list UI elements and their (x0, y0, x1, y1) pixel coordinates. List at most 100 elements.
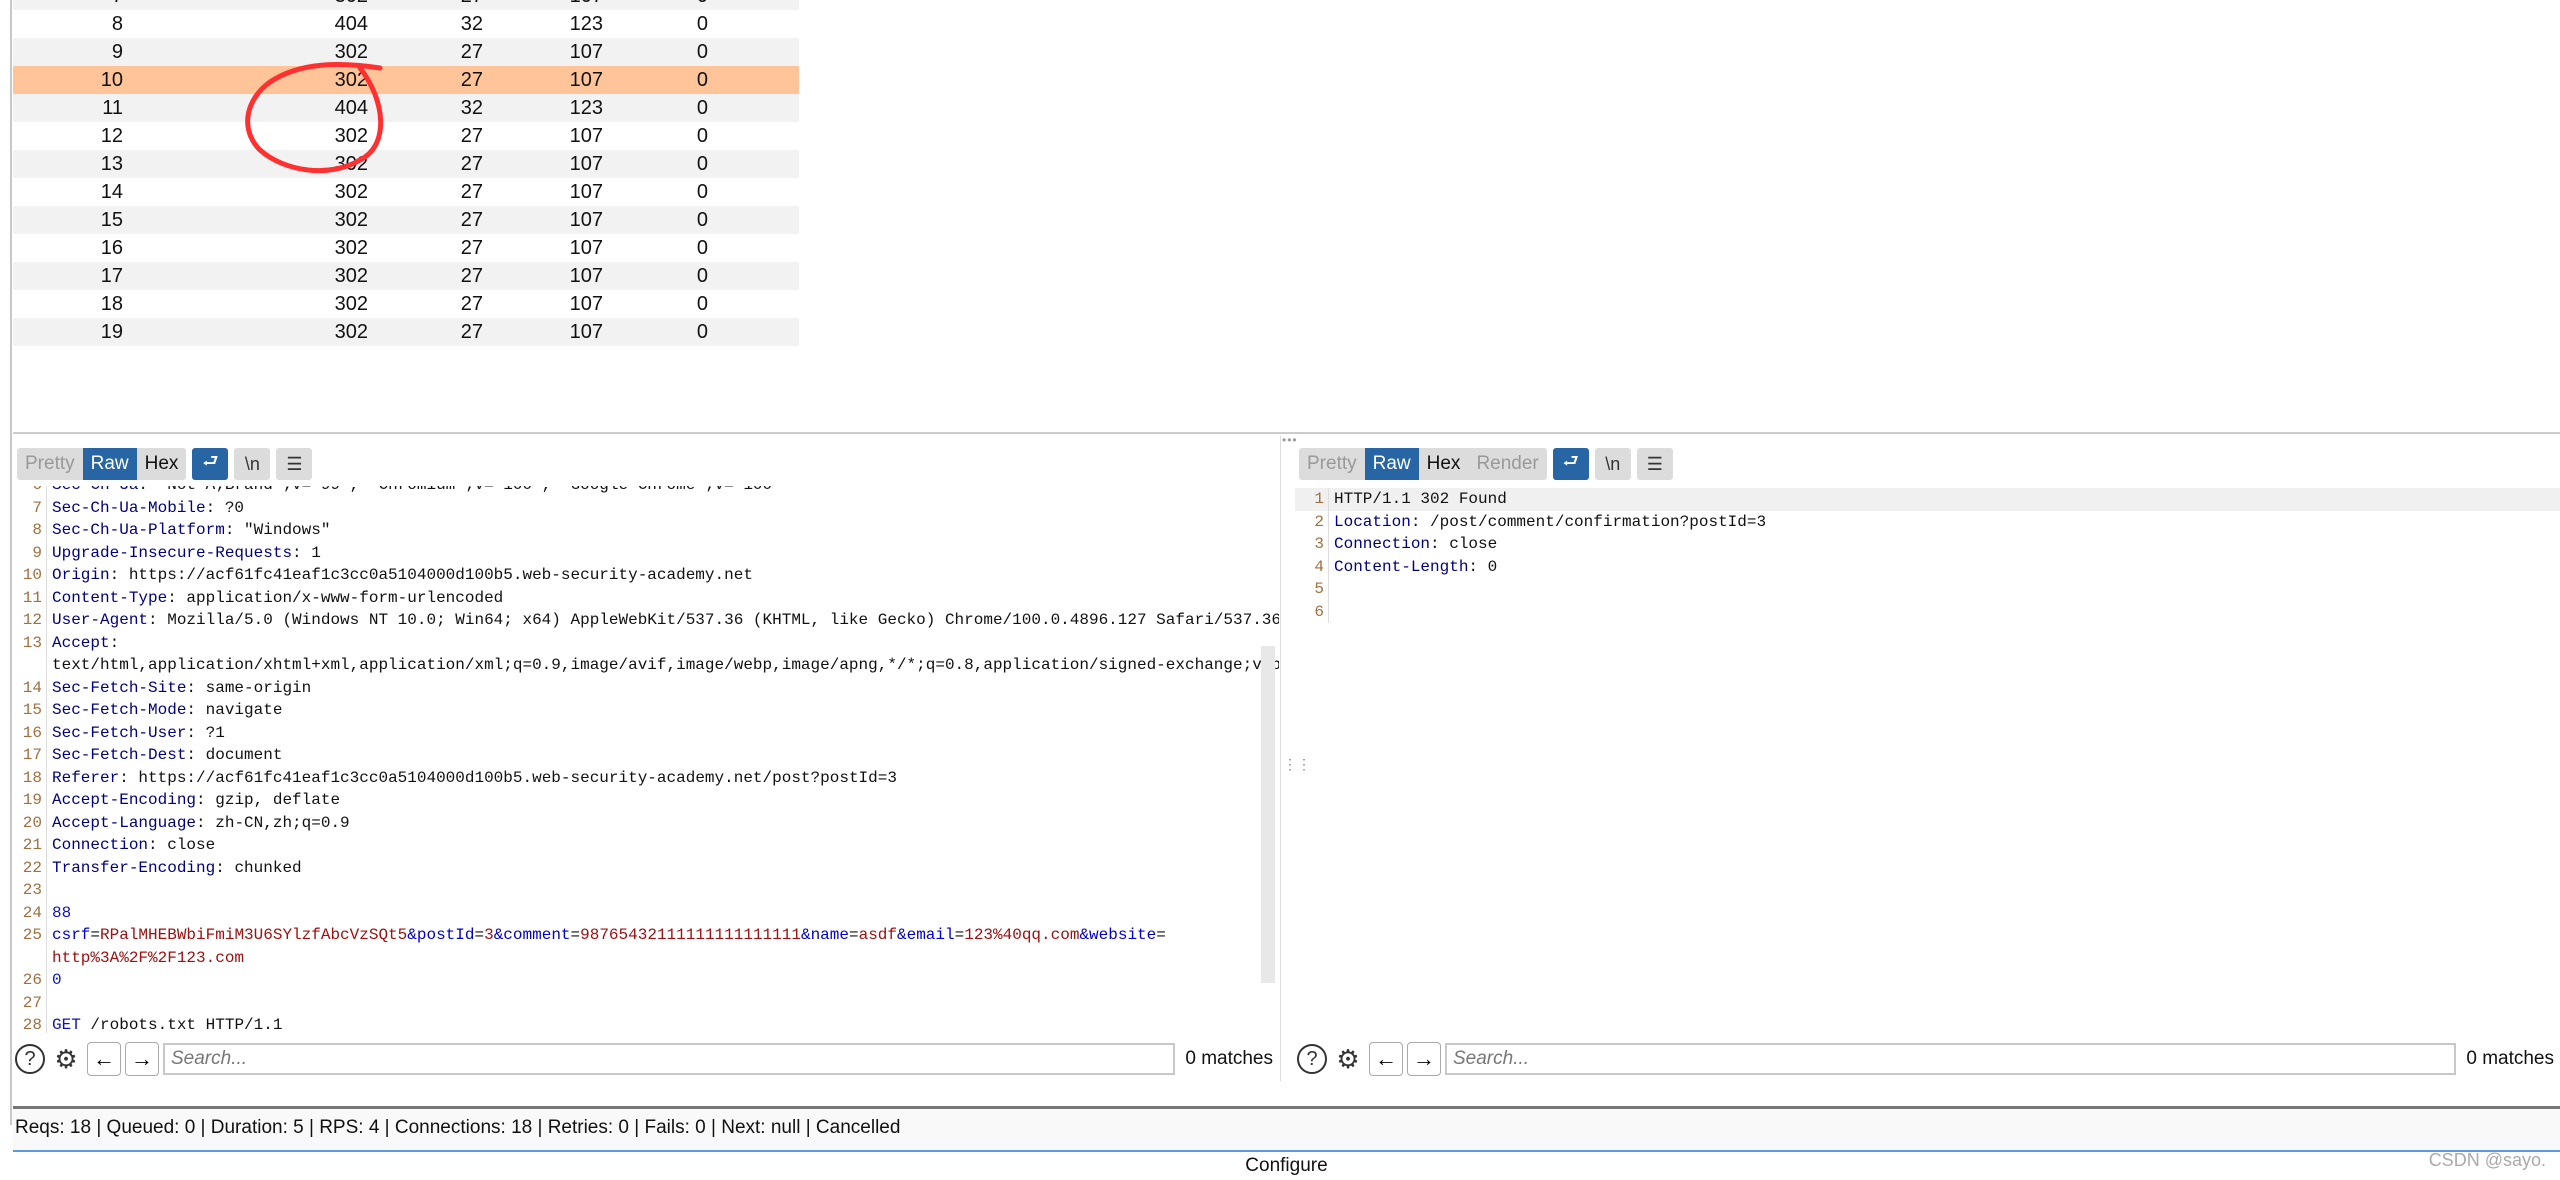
token: : ?1 (186, 723, 225, 742)
line-text (47, 879, 52, 902)
arrow-right-icon: → (131, 1046, 153, 1071)
table-row[interactable]: 8 404 32 123 0 (13, 10, 799, 38)
tab-pretty[interactable]: Pretty (1299, 448, 1365, 480)
line-number: 18 (13, 766, 47, 789)
previous-match-button[interactable]: ← (87, 1042, 121, 1076)
line-number: 28 (13, 1014, 47, 1033)
vertical-scrollbar[interactable] (1261, 646, 1275, 983)
menu-button[interactable]: ☰ (1636, 448, 1673, 480)
menu-button[interactable]: ☰ (276, 448, 313, 480)
gear-icon[interactable]: ⚙ (49, 1042, 83, 1076)
token: 98765432111111111111111 (580, 926, 801, 944)
line-number: 11 (13, 586, 47, 609)
token: : "Windows" (224, 521, 331, 539)
view-tabs: Pretty Raw Hex (17, 448, 187, 480)
tab-raw[interactable]: Raw (82, 448, 137, 480)
search-field[interactable]: Search... (163, 1043, 1175, 1075)
token: Accept (52, 633, 110, 652)
token: : navigate (186, 701, 283, 719)
line-number: 10 (13, 564, 47, 587)
line-text: Content-Length: 0 (1329, 556, 1497, 579)
match-count: 0 matches (2466, 1048, 2554, 1069)
next-match-button[interactable]: → (1407, 1042, 1441, 1076)
token: : same-origin (186, 678, 312, 697)
code-line: 24 88 (13, 901, 1279, 924)
token: Sec-Fetch-Site (52, 678, 187, 697)
previous-match-button[interactable]: ← (1369, 1042, 1403, 1076)
token: : 0 (1468, 557, 1498, 576)
token: 88 (52, 903, 72, 922)
request-search-bar: ? ⚙ ← → Search... 0 matches (13, 1037, 1279, 1081)
table-cell: 27 (460, 236, 483, 259)
tab-pretty[interactable]: Pretty (17, 448, 83, 480)
newline-button[interactable]: \n (1594, 448, 1631, 480)
token: csrf (52, 926, 91, 944)
line-text: Accept-Encoding: gzip, deflate (47, 789, 340, 812)
table-cell: 302 (334, 320, 368, 343)
table-cell: 0 (696, 320, 708, 343)
token: Location (1334, 512, 1411, 531)
table-cell: 18 (100, 292, 123, 315)
table-row[interactable]: 10 302 27 107 0 (13, 66, 799, 94)
token: Sec-Fetch-Dest (52, 746, 187, 764)
code-line: 22 Transfer-Encoding: chunked (13, 856, 1279, 880)
search-input[interactable] (165, 1045, 1173, 1073)
gear-icon[interactable]: ⚙ (1331, 1042, 1365, 1076)
code-line: 12 User-Agent: Mozilla/5.0 (Windows NT 10… (13, 609, 1279, 632)
table-row[interactable]: 15 302 27 107 0 (13, 206, 799, 234)
table-row[interactable]: 9 302 27 107 0 (13, 38, 799, 66)
help-icon[interactable]: ? (1297, 1044, 1327, 1074)
tab-hex[interactable]: Hex (137, 448, 187, 480)
line-number: 22 (13, 856, 47, 879)
table-cell: 32 (460, 12, 483, 35)
token: : (109, 633, 120, 652)
line-text: Location: /post/comment/confirmation?pos… (1329, 511, 1766, 534)
table-row[interactable]: 14 302 27 107 0 (13, 178, 799, 206)
line-text: http%3A%2F%2F123.com (47, 947, 244, 970)
token: Sec-Fetch-Mode (52, 701, 187, 719)
newline-icon: \n (1605, 453, 1621, 474)
table-row[interactable]: 11 404 32 123 0 (13, 94, 799, 122)
next-match-button[interactable]: → (125, 1042, 159, 1076)
line-text: Upgrade-Insecure-Requests: 1 (47, 542, 321, 565)
table-cell: 107 (569, 208, 603, 231)
code-line: 14 Sec-Fetch-Site: same-origin (13, 676, 1279, 699)
help-icon[interactable]: ? (15, 1044, 45, 1074)
line-number: 8 (13, 519, 47, 542)
table-row[interactable]: 16 302 27 107 0 (13, 234, 799, 262)
table-cell: 0 (696, 180, 708, 203)
vertical-splitter[interactable]: ⋮⋮ (1280, 436, 1311, 1081)
line-number: 23 (13, 879, 47, 902)
wrap-button[interactable]: ⮐ (192, 448, 229, 480)
response-editor[interactable]: 1 HTTP/1.1 302 Found 2 Location: /post/comm… (1295, 486, 2560, 1033)
menu-icon: ☰ (1646, 453, 1663, 474)
table-cell: 302 (334, 124, 368, 147)
configure-button[interactable]: Configure (13, 1150, 2560, 1178)
table-row[interactable]: 19 302 27 107 0 (13, 318, 799, 346)
tab-render[interactable]: Render (1468, 448, 1546, 480)
table-row[interactable]: 18 302 27 107 0 (13, 290, 799, 318)
table-row[interactable]: 7302271070 (13, 0, 799, 10)
table-row[interactable]: 12 302 27 107 0 (13, 122, 799, 150)
tab-raw[interactable]: Raw (1364, 448, 1419, 480)
table-row[interactable]: 13 302 27 107 0 (13, 150, 799, 178)
search-field[interactable]: Search... (1445, 1043, 2456, 1075)
tab-hex[interactable]: Hex (1419, 448, 1469, 480)
line-text: Transfer-Encoding: chunked (47, 857, 302, 880)
table-cell: 107 (569, 320, 603, 343)
token: 0 (52, 971, 62, 989)
table-cell: 27 (460, 264, 483, 287)
code-line: 19 Accept-Encoding: gzip, deflate (13, 789, 1279, 812)
token: 3 (484, 926, 494, 944)
request-editor[interactable]: 6Sec-Ch-Ua: "Not A;Brand";v="99", "Chrom… (13, 486, 1279, 1033)
newline-button[interactable]: \n (234, 448, 271, 480)
search-input[interactable] (1447, 1045, 2454, 1073)
line-text: User-Agent: Mozilla/5.0 (Windows NT 10.0… (47, 609, 1279, 632)
wrap-button[interactable]: ⮐ (1552, 448, 1589, 480)
table-row[interactable]: 17 302 27 107 0 (13, 262, 799, 290)
table-cell: 302 (334, 152, 368, 175)
table-cell: 107 (569, 124, 603, 147)
code-lines: 1 HTTP/1.1 302 Found 2 Location: /post/comm… (1295, 488, 2560, 623)
line-number: 5 (1295, 578, 1329, 601)
table-cell: 27 (460, 68, 483, 91)
